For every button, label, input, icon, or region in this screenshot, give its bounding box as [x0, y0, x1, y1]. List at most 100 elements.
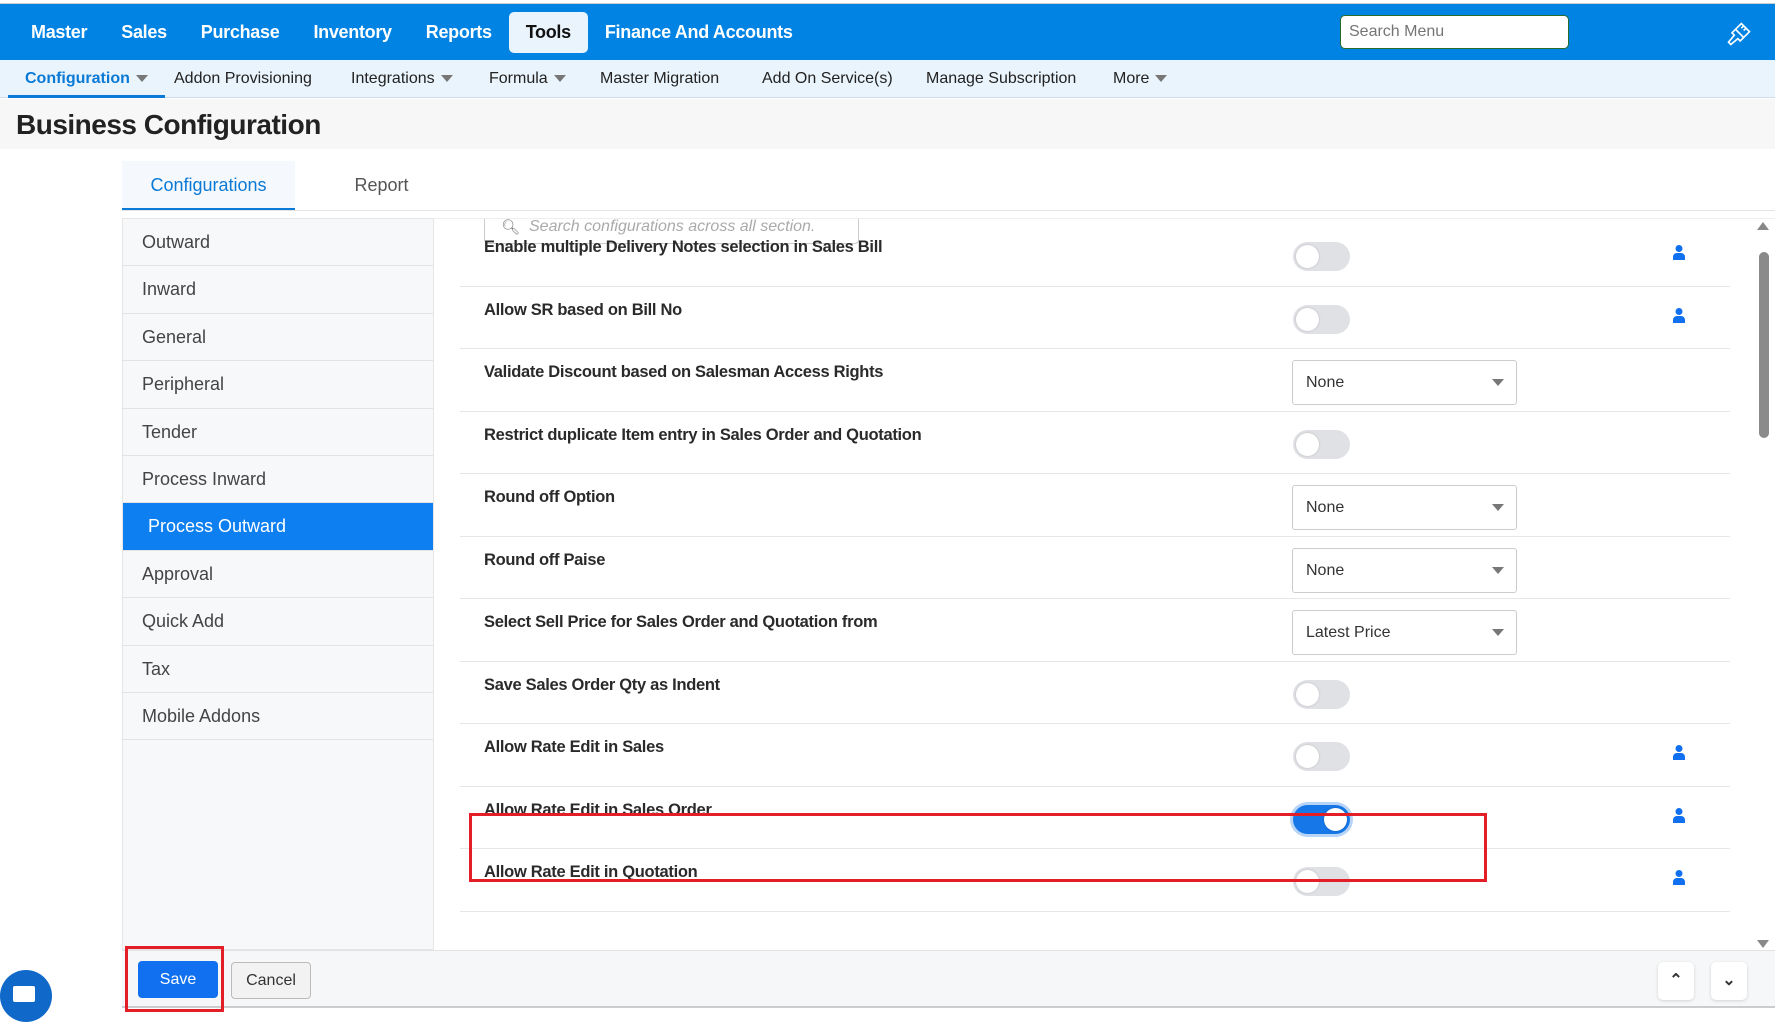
scroll-bottom-button[interactable]: ⌄: [1711, 962, 1747, 1000]
menu-master[interactable]: Master: [14, 12, 104, 53]
user-icon[interactable]: [1672, 869, 1686, 885]
config-toggle[interactable]: [1293, 867, 1350, 896]
submenu-add-on-service-s[interactable]: Add On Service(s): [762, 60, 893, 98]
select-value: None: [1306, 561, 1345, 579]
user-icon[interactable]: [1672, 307, 1686, 323]
top-navbar: Master Sales Purchase Inventory Reports Tools…: [0, 3, 1775, 60]
menu-tools[interactable]: Tools: [508, 12, 588, 53]
submenu-label: More: [1113, 70, 1150, 87]
submenu-configuration[interactable]: Configuration: [8, 60, 165, 98]
config-toggle[interactable]: [1293, 742, 1350, 771]
sidebar-item-tender[interactable]: Tender: [123, 409, 433, 456]
config-toggle[interactable]: [1293, 679, 1350, 709]
config-label: Allow Rate Edit in Sales Order: [484, 800, 712, 819]
sidebar-item-process-inward[interactable]: Process Inward: [123, 456, 433, 504]
config-select[interactable]: None: [1292, 485, 1517, 530]
title-band: Business Configuration: [0, 99, 1775, 149]
tabs: Configurations Report: [122, 161, 468, 211]
caret-down-icon: [1155, 75, 1168, 83]
menu-sales[interactable]: Sales: [104, 12, 184, 53]
config-list: 🔍︎ Search configurations across all secti…: [434, 218, 1775, 950]
scrollbar-thumb[interactable]: [1759, 252, 1769, 438]
submenu-manage-subscription[interactable]: Manage Subscription: [926, 60, 1076, 98]
config-row: Round off Option None: [460, 474, 1730, 537]
config-row: Allow SR based on Bill No: [460, 287, 1730, 349]
search-menu-input[interactable]: [1340, 15, 1569, 49]
config-sidebar: Outward Inward General Peripheral Tender Proc…: [122, 218, 434, 950]
save-button[interactable]: Save: [138, 961, 218, 998]
config-label: Allow Rate Edit in Quotation: [484, 863, 698, 881]
caret-down-icon: [135, 75, 148, 83]
sidebar-item-mobile-addons[interactable]: Mobile Addons: [123, 693, 433, 741]
config-row: Restrict duplicate Item entry in Sales O…: [460, 412, 1730, 474]
config-label: Allow SR based on Bill No: [484, 300, 682, 319]
caret-down-icon: [440, 75, 453, 83]
submenu-label: Add On Service(s): [762, 70, 893, 87]
scroll-top-button[interactable]: ⌃: [1658, 962, 1694, 1000]
sidebar-item-process-outward[interactable]: Process Outward: [123, 503, 433, 551]
menu-purchase[interactable]: Purchase: [184, 12, 297, 53]
submenu-label: Manage Subscription: [926, 70, 1077, 87]
config-row: Select Sell Price for Sales Order and Qu…: [460, 599, 1730, 662]
config-row: Allow Rate Edit in Quotation: [460, 849, 1730, 912]
config-toggle[interactable]: [1293, 804, 1350, 834]
main-menu: Master Sales Purchase Inventory Reports Tools…: [14, 12, 810, 53]
user-icon[interactable]: [1672, 807, 1686, 823]
sidebar-item-quick-add[interactable]: Quick Add: [123, 598, 433, 646]
config-row: Save Sales Order Qty as Indent: [460, 662, 1730, 724]
menu-finance-and-accounts[interactable]: Finance And Accounts: [588, 12, 810, 53]
submenu-label: Addon Provisioning: [174, 70, 312, 87]
config-toggle[interactable]: [1293, 429, 1350, 459]
paintbrush-icon[interactable]: [1725, 20, 1753, 48]
config-row: Enable multiple Delivery Notes selection…: [460, 224, 1730, 287]
chevron-down-icon: ⌄: [1722, 972, 1736, 989]
user-icon[interactable]: [1672, 744, 1686, 760]
config-row: Round off Paise None: [460, 537, 1730, 599]
scroll-up-arrow[interactable]: [1757, 222, 1769, 230]
sidebar-item-peripheral[interactable]: Peripheral: [123, 361, 433, 409]
submenu-master-migration[interactable]: Master Migration: [600, 60, 719, 98]
config-label: Select Sell Price for Sales Order and Qu…: [484, 613, 878, 631]
caret-down-icon: [1492, 379, 1504, 386]
config-row: Validate Discount based on Salesman Acce…: [460, 349, 1730, 412]
cancel-button[interactable]: Cancel: [231, 962, 311, 999]
submenu-label: Master Migration: [600, 70, 720, 87]
submenu-label: Configuration: [25, 70, 130, 87]
scrollbar[interactable]: [1756, 222, 1770, 948]
sidebar-item-general[interactable]: General: [123, 314, 433, 362]
config-label: Round off Option: [484, 488, 615, 506]
user-icon[interactable]: [1672, 244, 1686, 260]
select-value: Latest Price: [1306, 624, 1391, 641]
chevron-up-icon: ⌃: [1669, 972, 1683, 989]
config-row: Allow Rate Edit in Sales: [460, 724, 1730, 787]
submenu-integrations[interactable]: Integrations: [351, 60, 453, 98]
config-toggle[interactable]: [1293, 242, 1350, 271]
config-label: Save Sales Order Qty as Indent: [484, 675, 720, 694]
sidebar-item-tax[interactable]: Tax: [123, 646, 433, 693]
select-value: None: [1306, 499, 1345, 516]
config-toggle[interactable]: [1293, 304, 1350, 334]
caret-down-icon: [553, 75, 566, 83]
chat-icon[interactable]: [0, 970, 52, 1022]
config-label: Validate Discount based on Salesman Acce…: [484, 363, 884, 381]
config-label: Allow Rate Edit in Sales: [484, 738, 664, 756]
config-label: Enable multiple Delivery Notes selection…: [484, 238, 883, 256]
tab-configurations[interactable]: Configurations: [122, 161, 295, 211]
submenu-addon-provisioning[interactable]: Addon Provisioning: [174, 60, 312, 98]
menu-inventory[interactable]: Inventory: [296, 12, 408, 53]
sidebar-item-outward[interactable]: Outward: [123, 219, 433, 267]
submenu-more[interactable]: More: [1113, 60, 1168, 98]
tab-report[interactable]: Report: [295, 161, 468, 211]
sidebar-item-approval[interactable]: Approval: [123, 551, 433, 599]
caret-down-icon: [1492, 566, 1504, 574]
config-select[interactable]: None: [1292, 360, 1517, 405]
submenu-formula[interactable]: Formula: [489, 60, 566, 98]
caret-down-icon: [1492, 629, 1504, 636]
caret-down-icon: [1492, 504, 1504, 511]
menu-reports[interactable]: Reports: [409, 12, 509, 53]
sidebar-item-inward[interactable]: Inward: [123, 266, 433, 314]
config-select[interactable]: None: [1292, 547, 1517, 593]
page-title: Business Configuration: [16, 109, 321, 140]
scroll-down-arrow[interactable]: [1757, 940, 1769, 948]
config-select[interactable]: Latest Price: [1292, 610, 1517, 655]
